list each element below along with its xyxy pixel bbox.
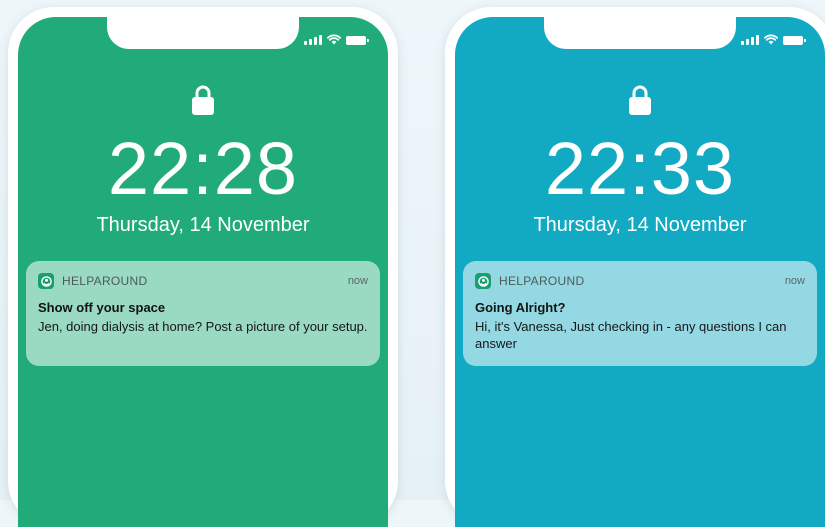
- notification-app-name: HELPAROUND: [499, 274, 585, 288]
- notification-body: Hi, it's Vanessa, Just checking in - any…: [475, 319, 787, 351]
- battery-icon: [783, 36, 806, 45]
- phone-left: 22:28 Thursday, 14 November HELPAROUND n…: [8, 7, 398, 527]
- notification-app-name: HELPAROUND: [62, 274, 148, 288]
- notification-header: HELPAROUND now: [38, 272, 368, 290]
- phone-right: 22:33 Thursday, 14 November HELPAROUND n…: [445, 7, 825, 527]
- lock-screen: 22:33 Thursday, 14 November HELPAROUND n…: [455, 17, 825, 527]
- lock-icon: [191, 84, 215, 121]
- notification-title: Going Alright?: [475, 300, 566, 315]
- notification-title: Show off your space: [38, 300, 166, 315]
- helparound-app-icon: [38, 273, 54, 289]
- cellular-signal-icon: [741, 35, 759, 45]
- status-bar: [741, 34, 806, 45]
- cellular-signal-icon: [304, 35, 322, 45]
- status-bar: [304, 34, 369, 45]
- notification-card[interactable]: HELPAROUND now Show off your space Jen, …: [26, 261, 380, 366]
- notification-time: now: [784, 275, 805, 287]
- wifi-icon: [327, 34, 341, 45]
- notification-header: HELPAROUND now: [475, 272, 805, 290]
- wifi-icon: [764, 34, 778, 45]
- lock-screen: 22:28 Thursday, 14 November HELPAROUND n…: [18, 17, 388, 527]
- lock-screen-date: Thursday, 14 November: [533, 214, 747, 236]
- notification-body: Jen, doing dialysis at home? Post a pict…: [38, 319, 368, 334]
- lock-screen-time: 22:33: [544, 127, 736, 210]
- lock-screen-date: Thursday, 14 November: [96, 214, 310, 236]
- phone-notch: [107, 17, 299, 49]
- notification-card[interactable]: HELPAROUND now Going Alright? Hi, it's V…: [463, 261, 817, 366]
- phone-notch: [544, 17, 736, 49]
- battery-icon: [346, 36, 369, 45]
- helparound-app-icon: [475, 273, 491, 289]
- lock-screen-time: 22:28: [107, 127, 299, 210]
- lock-icon: [628, 84, 652, 121]
- notification-time: now: [347, 275, 368, 287]
